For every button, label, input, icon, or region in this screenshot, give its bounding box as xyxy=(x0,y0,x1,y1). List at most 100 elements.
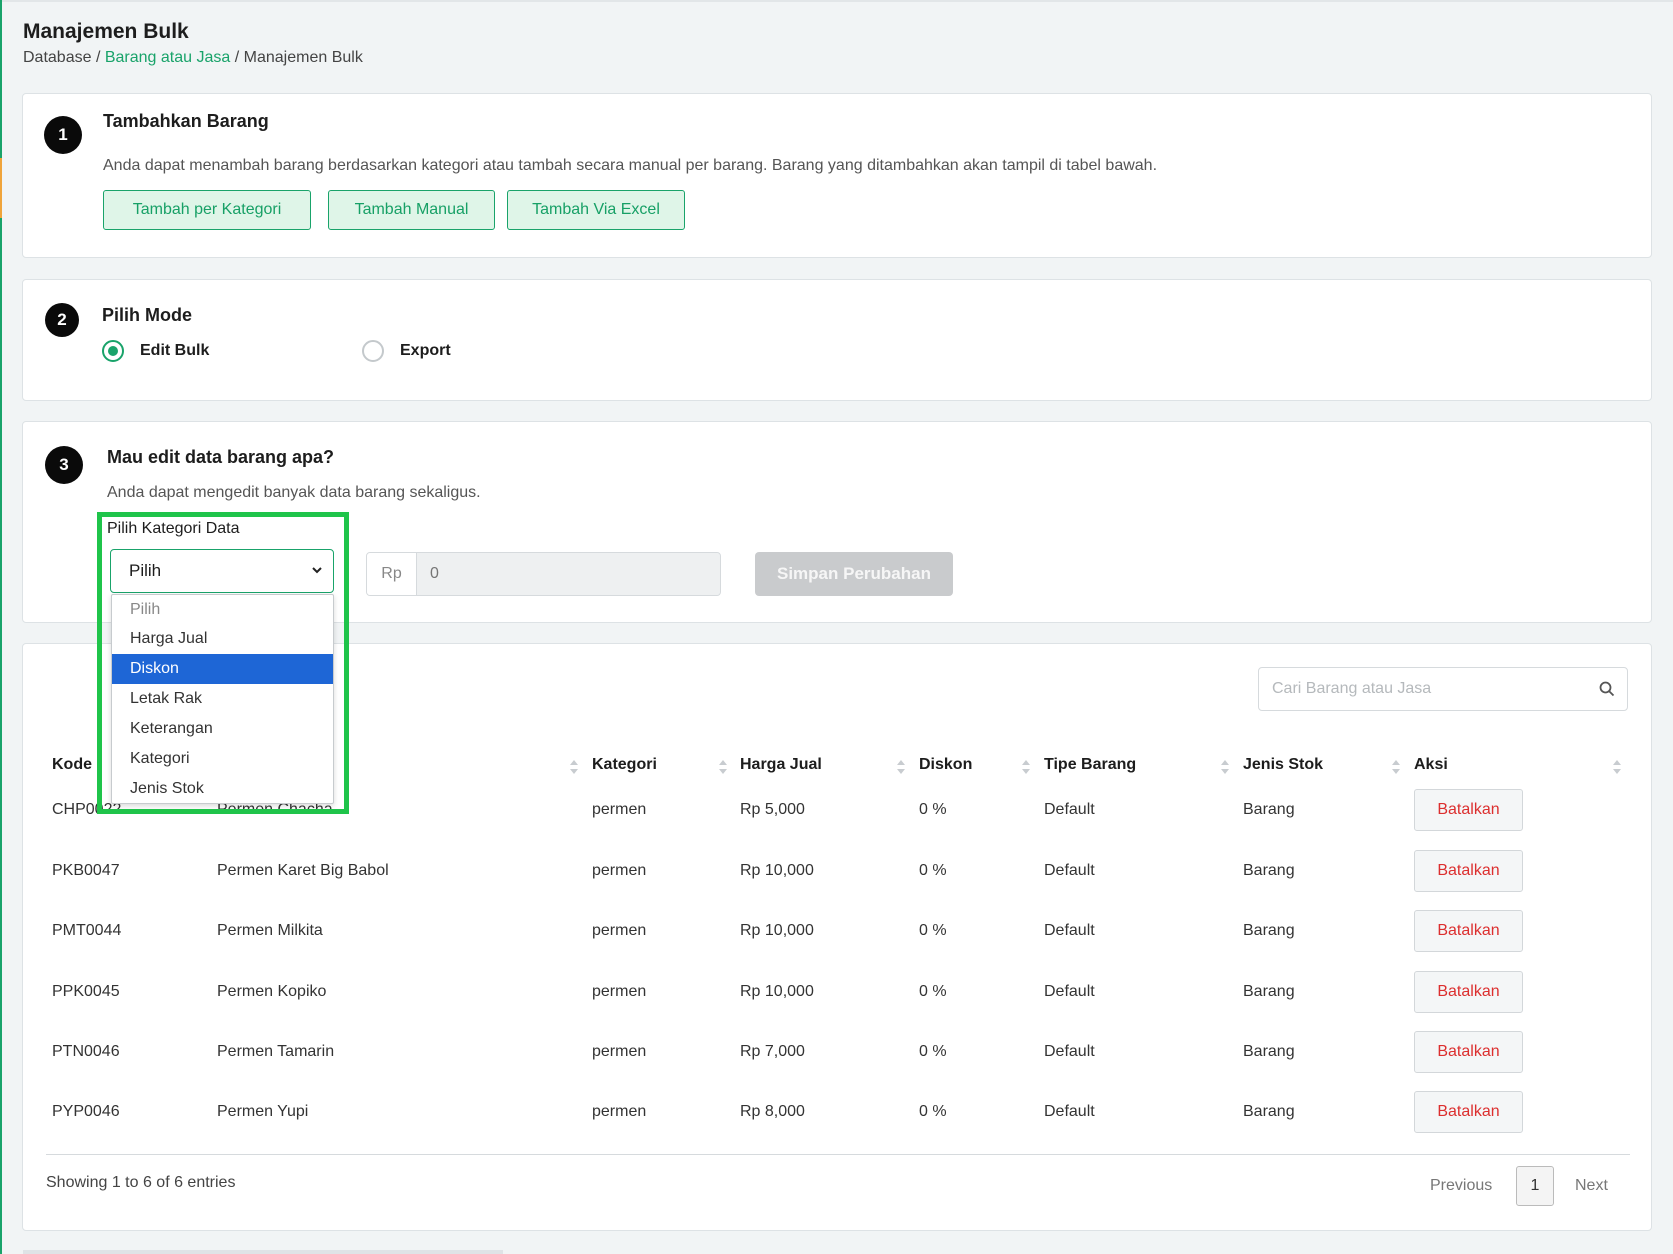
dropdown-option-jenis-stok[interactable]: Jenis Stok xyxy=(112,774,333,804)
breadcrumb-link-barang[interactable]: Barang atau Jasa xyxy=(105,49,230,66)
cell-kode: PYP0046 xyxy=(52,1103,120,1120)
column-header-tipe-barang[interactable]: Tipe Barang xyxy=(1044,756,1136,774)
sort-icon[interactable] xyxy=(1220,758,1230,776)
cell-diskon: 0 % xyxy=(919,1043,947,1060)
breadcrumb-root[interactable]: Database xyxy=(23,49,92,66)
column-header-aksi[interactable]: Aksi xyxy=(1414,756,1448,774)
step1-title: Tambahkan Barang xyxy=(103,111,269,131)
cell-kode: PTN0046 xyxy=(52,1043,120,1060)
cancel-row-button[interactable]: Batalkan xyxy=(1414,971,1523,1013)
step3-card: 3 Mau edit data barang apa? Anda dapat m… xyxy=(22,421,1652,623)
sidebar-edge-accent xyxy=(0,158,2,218)
cancel-row-button[interactable]: Batalkan xyxy=(1414,1091,1523,1133)
step3-description: Anda dapat mengedit banyak data barang s… xyxy=(107,484,481,501)
chevron-down-icon xyxy=(312,567,322,574)
radio-unchecked-icon[interactable] xyxy=(362,340,384,362)
step3-title: Mau edit data barang apa? xyxy=(107,447,335,467)
cell-harga: Rp 10,000 xyxy=(740,862,814,879)
add-via-excel-button[interactable]: Tambah Via Excel xyxy=(507,190,685,230)
cell-tipe: Default xyxy=(1044,801,1095,818)
column-header-jenis-stok[interactable]: Jenis Stok xyxy=(1243,756,1323,774)
pagination-page-1[interactable]: 1 xyxy=(1516,1166,1554,1206)
column-header-harga-jual[interactable]: Harga Jual xyxy=(740,756,822,774)
category-field-label: Pilih Kategori Data xyxy=(107,520,240,537)
add-manual-button[interactable]: Tambah Manual xyxy=(328,190,495,230)
cell-kode: PMT0044 xyxy=(52,922,122,939)
cell-kategori: permen xyxy=(592,801,647,818)
step2-card: 2 Pilih Mode Edit Bulk Export xyxy=(22,279,1652,401)
add-by-category-button[interactable]: Tambah per Kategori xyxy=(103,190,311,230)
sort-icon[interactable] xyxy=(569,758,579,776)
cell-kategori: permen xyxy=(592,983,647,1000)
sort-icon[interactable] xyxy=(1391,758,1401,776)
sort-icon[interactable] xyxy=(896,758,906,776)
cancel-row-button[interactable]: Batalkan xyxy=(1414,789,1523,831)
mode-radio-edit-bulk[interactable]: Edit Bulk xyxy=(102,340,209,362)
cell-diskon: 0 % xyxy=(919,922,947,939)
column-header-diskon[interactable]: Diskon xyxy=(919,756,972,774)
cell-diskon: 0 % xyxy=(919,1103,947,1120)
cell-tipe: Default xyxy=(1044,922,1095,939)
cell-harga: Rp 10,000 xyxy=(740,922,814,939)
cell-diskon: 0 % xyxy=(919,862,947,879)
amount-input[interactable] xyxy=(417,553,720,595)
save-changes-button[interactable]: Simpan Perubahan xyxy=(755,552,953,596)
mode-radio-export[interactable]: Export xyxy=(362,340,451,362)
step3-badge: 3 xyxy=(45,446,83,484)
radio-label: Edit Bulk xyxy=(140,342,210,359)
table-bottom-divider xyxy=(46,1154,1630,1155)
sort-icon[interactable] xyxy=(1612,758,1622,776)
cell-nama: Permen Tamarin xyxy=(217,1043,335,1060)
cell-nama: Permen Yupi xyxy=(217,1103,309,1120)
cell-harga: Rp 7,000 xyxy=(740,1043,805,1060)
cell-kategori: permen xyxy=(592,922,647,939)
cell-jenis: Barang xyxy=(1243,983,1295,1000)
cell-nama: Permen Kopiko xyxy=(217,983,327,1000)
dropdown-option-harga-jual[interactable]: Harga Jual xyxy=(112,624,333,654)
pagination-next[interactable]: Next xyxy=(1575,1177,1608,1195)
step1-description: Anda dapat menambah barang berdasarkan k… xyxy=(103,157,1158,174)
cell-harga: Rp 5,000 xyxy=(740,801,805,818)
cell-jenis: Barang xyxy=(1243,1043,1295,1060)
dropdown-option-diskon[interactable]: Diskon xyxy=(112,654,333,684)
cell-tipe: Default xyxy=(1044,1043,1095,1060)
sort-icon[interactable] xyxy=(1021,758,1031,776)
cancel-row-button[interactable]: Batalkan xyxy=(1414,1031,1523,1073)
table-entries-info: Showing 1 to 6 of 6 entries xyxy=(46,1174,236,1191)
cell-kategori: permen xyxy=(592,862,647,879)
column-header-kategori[interactable]: Kategori xyxy=(592,756,657,774)
category-dropdown-list: Pilih Harga Jual Diskon Letak Rak Ketera… xyxy=(111,594,334,804)
category-select[interactable]: Pilih xyxy=(110,549,334,593)
sort-icon[interactable] xyxy=(718,758,728,776)
cell-jenis: Barang xyxy=(1243,801,1295,818)
table-row: CHP0022 Permen Chacha permen Rp 5,000 0 … xyxy=(23,789,1653,861)
page: Manajemen Bulk Database / Barang atau Ja… xyxy=(0,0,1673,1254)
breadcrumb-separator: / xyxy=(95,49,101,66)
dropdown-option-pilih[interactable]: Pilih xyxy=(112,595,333,624)
breadcrumb-current: Manajemen Bulk xyxy=(243,49,363,66)
search-input[interactable] xyxy=(1259,680,1587,698)
radio-checked-icon[interactable] xyxy=(102,340,124,362)
cancel-row-button[interactable]: Batalkan xyxy=(1414,850,1523,892)
dropdown-option-kategori[interactable]: Kategori xyxy=(112,744,333,774)
cell-tipe: Default xyxy=(1044,983,1095,1000)
cell-tipe: Default xyxy=(1044,862,1095,879)
cancel-row-button[interactable]: Batalkan xyxy=(1414,910,1523,952)
step2-title: Pilih Mode xyxy=(102,305,192,325)
search-icon[interactable] xyxy=(1587,681,1627,697)
step1-badge: 1 xyxy=(44,116,82,154)
cell-jenis: Barang xyxy=(1243,922,1295,939)
cell-diskon: 0 % xyxy=(919,983,947,1000)
breadcrumb-separator: / xyxy=(234,49,240,66)
bottom-scroll-indicator xyxy=(23,1250,503,1254)
amount-input-group: Rp xyxy=(366,552,721,596)
cell-harga: Rp 10,000 xyxy=(740,983,814,1000)
column-header-kode[interactable]: Kode xyxy=(52,756,92,774)
table-row: PPK0045 Permen Kopiko permen Rp 10,000 0… xyxy=(23,971,1653,1043)
step2-badge: 2 xyxy=(45,303,79,337)
dropdown-option-keterangan[interactable]: Keterangan xyxy=(112,714,333,744)
radio-label: Export xyxy=(400,342,451,359)
step1-card: 1 Tambahkan Barang Anda dapat menambah b… xyxy=(22,93,1652,258)
pagination-previous[interactable]: Previous xyxy=(1430,1177,1492,1195)
dropdown-option-letak-rak[interactable]: Letak Rak xyxy=(112,684,333,714)
